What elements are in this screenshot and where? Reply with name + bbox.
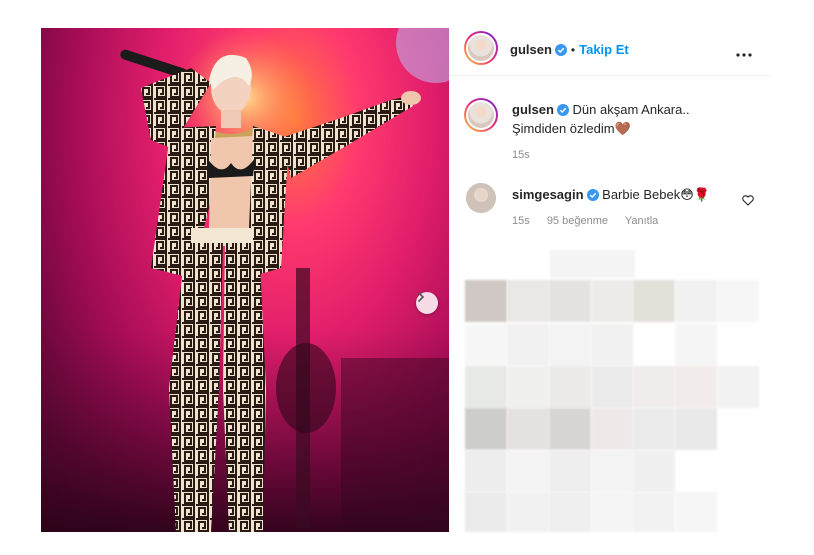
verified-badge-icon — [586, 188, 599, 205]
header-author-row: gulsen • Takip Et — [510, 41, 629, 61]
commenter-avatar[interactable] — [466, 183, 496, 213]
caption-block: gulsen Dün akşam Ankara.. Şimdiden özled… — [512, 101, 752, 161]
caption-text-line-2: Şimdiden özledim — [512, 121, 615, 136]
more-options-icon[interactable] — [736, 44, 752, 62]
comment-meta: 15s 95 beğenme Yanıtla — [512, 215, 742, 227]
comment-likes[interactable]: 95 beğenme — [547, 215, 608, 227]
comment-text: Barbie Bebek — [602, 187, 681, 202]
caption-text-line-1: Dün akşam Ankara.. — [572, 102, 690, 117]
verified-badge-icon — [554, 43, 567, 61]
comment-username[interactable]: simgesagin — [512, 187, 584, 202]
comment-emoji: 😳🌹 — [680, 187, 710, 202]
header-separator: • — [570, 43, 576, 57]
caption-time[interactable]: 15s — [512, 149, 530, 161]
caption-line-1: gulsen Dün akşam Ankara.. — [512, 101, 752, 120]
heart-outline-icon[interactable] — [742, 193, 754, 211]
next-photo-button[interactable] — [416, 292, 438, 314]
comment-reply-button[interactable]: Yanıtla — [625, 215, 658, 227]
concert-photo-illustration — [41, 28, 449, 532]
comment-item: simgesagin Barbie Bebek😳🌹 15s 95 beğenme… — [512, 186, 742, 227]
header-username[interactable]: gulsen — [510, 42, 552, 57]
post-side-panel: gulsen • Takip Et gulsen Dün akşam Ankara.… — [450, 28, 770, 532]
brown-heart-emoji: 🤎 — [614, 121, 631, 136]
header-divider — [450, 75, 770, 76]
caption-line-2: Şimdiden özledim🤎 — [512, 120, 752, 137]
pixelated-comments-area — [465, 250, 765, 532]
caption-avatar[interactable] — [464, 98, 498, 132]
post-photo — [41, 28, 449, 532]
caption-username[interactable]: gulsen — [512, 102, 554, 117]
comment-line: simgesagin Barbie Bebek😳🌹 — [512, 186, 742, 205]
verified-badge-icon — [556, 103, 569, 120]
post-header: gulsen • Takip Et — [450, 28, 770, 74]
instagram-post-screenshot: gulsen • Takip Et gulsen Dün akşam Ankara.… — [0, 0, 814, 555]
comment-time[interactable]: 15s — [512, 215, 530, 227]
chevron-right-icon — [418, 292, 425, 302]
follow-button[interactable]: Takip Et — [579, 42, 629, 57]
author-avatar[interactable] — [464, 31, 498, 65]
caption-meta: 15s — [512, 149, 752, 161]
